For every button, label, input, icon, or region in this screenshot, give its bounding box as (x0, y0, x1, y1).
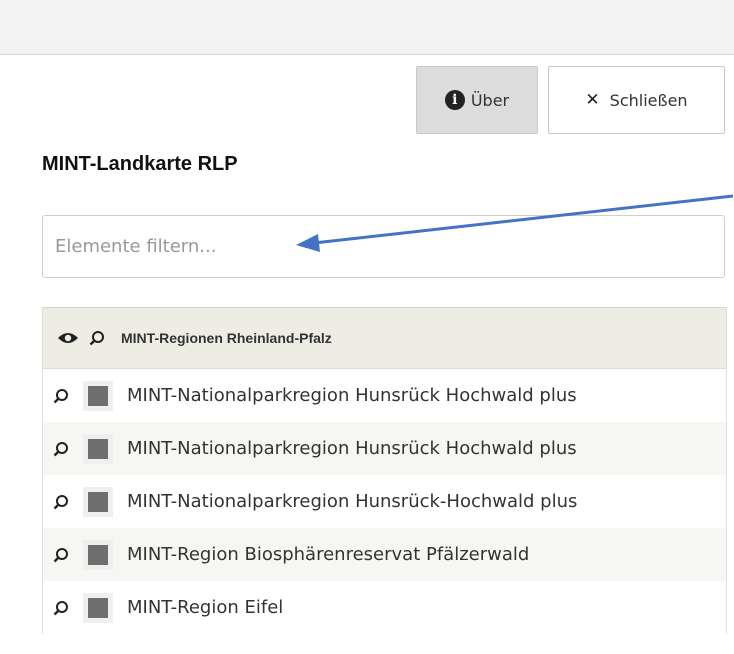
eye-icon[interactable] (57, 331, 79, 345)
layer-thumbnail (83, 433, 113, 464)
layer-thumbnail (83, 539, 113, 570)
layer-item-label: MINT-Nationalparkregion Hunsrück Hochwal… (127, 438, 577, 459)
zoom-icon[interactable] (53, 547, 75, 563)
layer-item[interactable]: MINT-Region Eifel (43, 581, 726, 634)
layer-group-label: MINT-Regionen Rheinland-Pfalz (121, 330, 332, 346)
layer-item-label: MINT-Nationalparkregion Hunsrück-Hochwal… (127, 491, 578, 512)
layer-thumbnail (83, 592, 113, 623)
layer-thumbnail (83, 380, 113, 411)
layer-item-label: MINT-Region Biosphärenreservat Pfälzerwa… (127, 544, 530, 565)
layer-item-label: MINT-Region Eifel (127, 597, 284, 618)
zoom-icon[interactable] (53, 494, 75, 510)
zoom-icon[interactable] (53, 441, 75, 457)
layer-list: MINT-Regionen Rheinland-Pfalz MINT-Natio… (42, 307, 727, 634)
layer-thumbnail (83, 486, 113, 517)
layer-item[interactable]: MINT-Nationalparkregion Hunsrück-Hochwal… (43, 475, 726, 528)
layer-item[interactable]: MINT-Region Biosphärenreservat Pfälzerwa… (43, 528, 726, 581)
zoom-icon[interactable] (53, 600, 75, 616)
layer-item[interactable]: MINT-Nationalparkregion Hunsrück Hochwal… (43, 422, 726, 475)
zoom-icon[interactable] (89, 330, 105, 346)
zoom-icon[interactable] (53, 388, 75, 404)
layer-item[interactable]: MINT-Nationalparkregion Hunsrück Hochwal… (43, 369, 726, 422)
layer-item-label: MINT-Nationalparkregion Hunsrück Hochwal… (127, 385, 577, 406)
layer-group-header[interactable]: MINT-Regionen Rheinland-Pfalz (43, 308, 726, 369)
